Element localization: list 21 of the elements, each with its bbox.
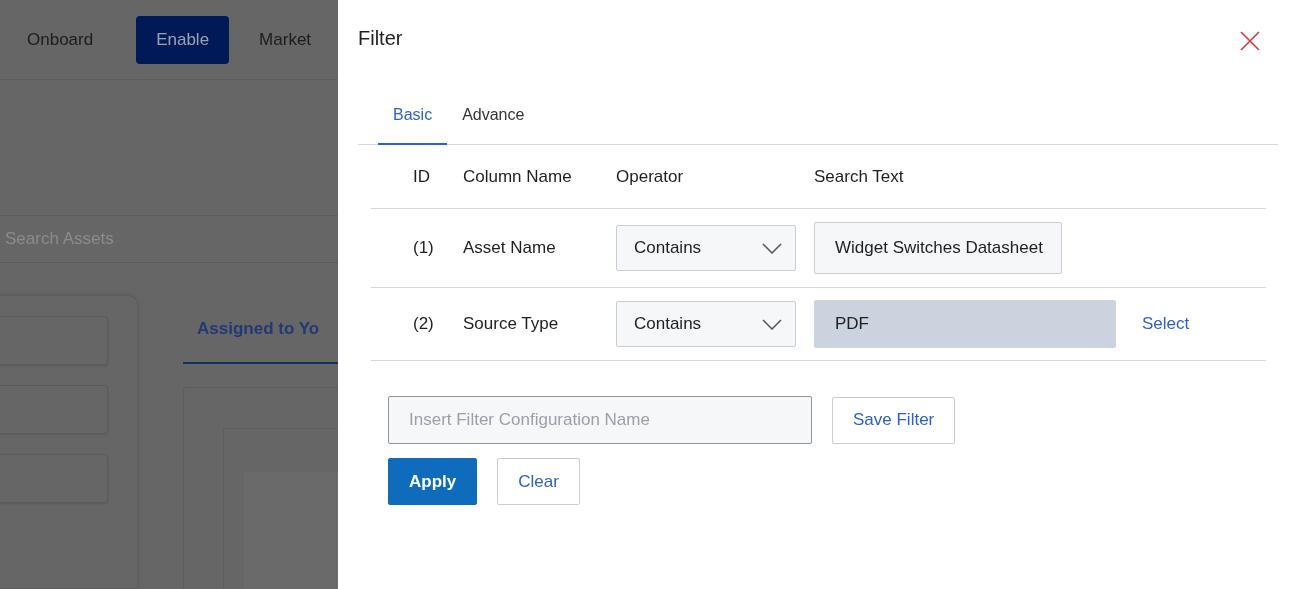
chevron-down-icon: [762, 318, 782, 330]
column-header: Search Text: [814, 166, 905, 187]
column-header: Operator: [616, 166, 685, 187]
column-name: Source Type: [463, 314, 560, 334]
operator-dropdown[interactable]: Contains: [616, 225, 796, 271]
column-name: Asset Name: [463, 238, 557, 258]
close-icon[interactable]: [1240, 30, 1260, 51]
filter-name-field[interactable]: Insert Filter Configuration Name: [388, 396, 812, 444]
column-header: ID: [412, 166, 431, 187]
column-header: Column Name: [463, 166, 573, 187]
search-text-field[interactable]: Widget Switches Datasheet: [814, 222, 1062, 274]
row-id: (1): [412, 238, 435, 258]
tab[interactable]: Basic: [378, 100, 448, 145]
save-filter-button[interactable]: Save Filter: [832, 396, 956, 444]
clear-button[interactable]: Clear: [497, 458, 580, 505]
nav-tab[interactable]: Enable: [136, 15, 230, 64]
tab[interactable]: Advance: [447, 100, 540, 145]
apply-button[interactable]: Apply: [388, 458, 478, 505]
drawer-title: Filter: [358, 26, 403, 50]
row-id: (2): [412, 314, 435, 334]
chevron-down-icon: [762, 242, 782, 254]
